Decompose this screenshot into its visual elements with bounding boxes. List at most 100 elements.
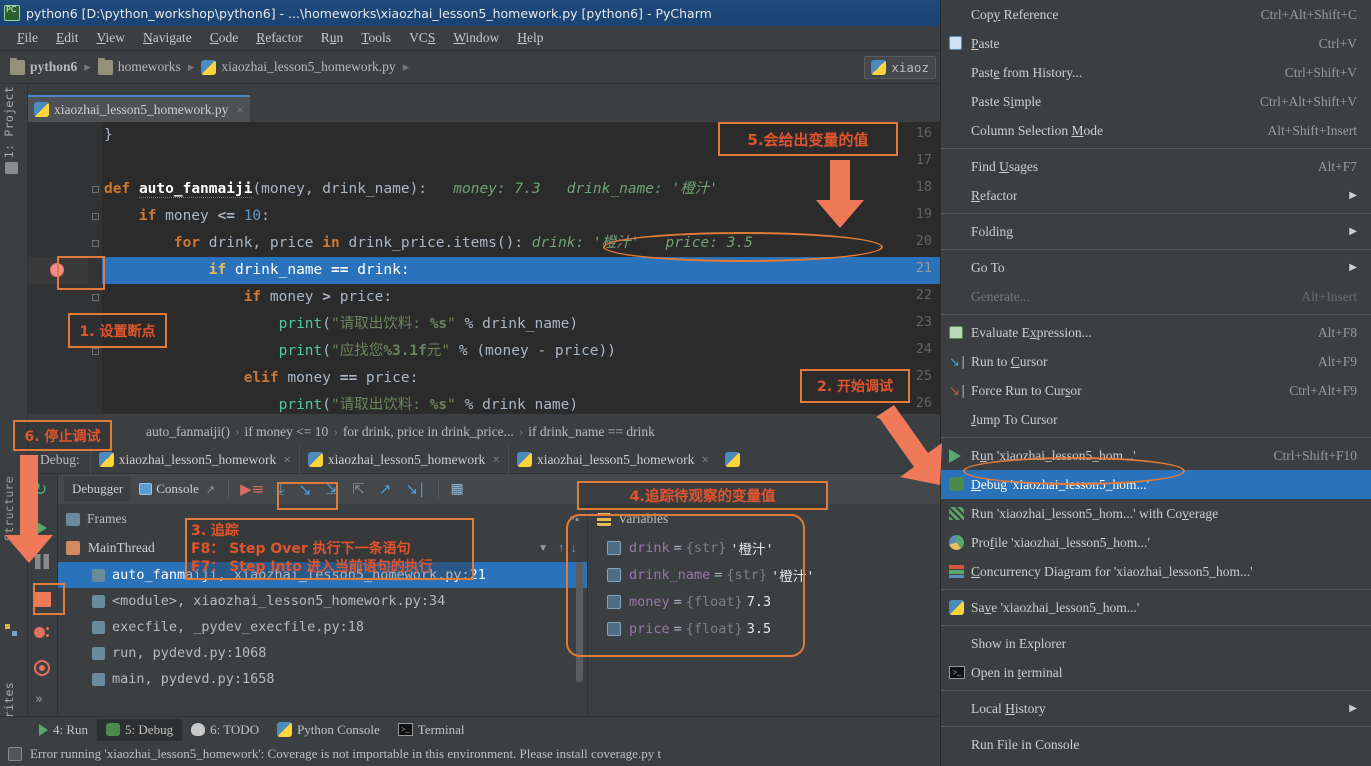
menu-item-save-configuration[interactable]: Save 'xiaozhai_lesson5_hom...' [941, 593, 1371, 622]
tab-debugger[interactable]: Debugger [64, 477, 132, 501]
paste-icon [949, 36, 962, 50]
frame-row[interactable]: execfile, _pydev_execfile.py:18 [58, 614, 587, 640]
menu-item-paste-from-history[interactable]: Paste from History... Ctrl+Shift+V [941, 58, 1371, 87]
frame-icon [92, 568, 105, 582]
menu-item-open-in-terminal[interactable]: >_ Open in terminal [941, 658, 1371, 687]
run-to-cursor-icon[interactable]: ↗ [372, 480, 399, 498]
debug-session-tab-overflow[interactable] [717, 446, 753, 474]
menu-run[interactable]: Run [312, 28, 353, 48]
menu-item-run-with-coverage[interactable]: Run 'xiaozhai_lesson5_hom...' with Cover… [941, 499, 1371, 528]
menu-code[interactable]: Code [201, 28, 248, 48]
line-number: 18 [915, 179, 932, 195]
menu-item-paste[interactable]: Paste Ctrl+V [941, 29, 1371, 58]
detach-icon[interactable]: ↗ [206, 483, 215, 496]
info-icon [8, 747, 22, 761]
menu-item-evaluate-expression[interactable]: Evaluate Expression... Alt+F8 [941, 318, 1371, 347]
inline-hint: money: 7.3 drink_name: '橙汁' [453, 181, 718, 197]
menu-tools[interactable]: Tools [352, 28, 400, 48]
context-menu: Copy Reference Ctrl+Alt+Shift+C Paste Ct… [940, 0, 1371, 766]
debug-session-tab[interactable]: xiaozhai_lesson5_homework × [89, 445, 299, 474]
menu-item-local-history[interactable]: Local History ▶ [941, 694, 1371, 723]
frame-row[interactable]: <module>, xiaozhai_lesson5_homework.py:3… [58, 588, 587, 614]
close-icon[interactable]: × [701, 452, 709, 468]
tool-window-button-debug[interactable]: 5: Debug [97, 718, 183, 741]
navbar-right-tab[interactable]: xiaoz [864, 55, 936, 79]
fold-marker-icon[interactable] [92, 186, 99, 193]
menu-item-folding[interactable]: Folding ▶ [941, 217, 1371, 246]
tool-window-button-python-console[interactable]: Python Console [268, 719, 389, 741]
menu-item-jump-to-cursor[interactable]: Jump To Cursor [941, 405, 1371, 434]
menu-item-find-usages[interactable]: Find Usages Alt+F7 [941, 152, 1371, 181]
fold-marker-icon[interactable] [92, 213, 99, 220]
breadcrumb-item-homeworks[interactable]: homeworks [94, 57, 185, 75]
breadcrumb-item-project[interactable]: python6 [6, 57, 81, 75]
annotation-1-label: 1. 设置断点 [68, 313, 167, 348]
tab-console[interactable]: Console ↗ [131, 477, 223, 501]
menu-item-column-selection-mode[interactable]: Column Selection Mode Alt+Shift+Insert [941, 116, 1371, 145]
chevron-right-icon: › [518, 424, 524, 439]
menu-window[interactable]: Window [444, 28, 508, 48]
menu-vcs[interactable]: VCS [400, 28, 444, 48]
debug-session-tab[interactable]: xiaozhai_lesson5_homework × [298, 445, 508, 474]
debug-breadcrumb-item[interactable]: if drink_name == drink [528, 424, 655, 440]
close-icon[interactable]: × [283, 452, 291, 468]
menu-separator [941, 437, 1371, 438]
debug-breadcrumb-item[interactable]: for drink, price in drink_price... [343, 424, 514, 440]
debug-session-tab[interactable]: xiaozhai_lesson5_homework × [507, 445, 717, 474]
debug-breadcrumb-item[interactable]: auto_fanmaiji() [146, 424, 230, 440]
debug-breadcrumb: auto_fanmaiji() › if money <= 10 › for d… [28, 418, 940, 446]
more-icon[interactable]: » [35, 692, 43, 707]
menu-item-refactor[interactable]: Refactor ▶ [941, 181, 1371, 210]
menu-item-run-file-in-console[interactable] [941, 759, 1371, 766]
menu-item-execute-line-in-console[interactable]: Run File in Console [941, 730, 1371, 759]
menu-item-concurrency-diagram[interactable]: Concurrency Diagram for 'xiaozhai_lesson… [941, 557, 1371, 586]
show-execution-point-icon[interactable]: ▶≡ [234, 480, 270, 498]
menu-item-force-run-to-cursor[interactable]: ↘∣ Force Run to Cursor Ctrl+Alt+F9 [941, 376, 1371, 405]
menu-item-copy-reference[interactable]: Copy Reference Ctrl+Alt+Shift+C [941, 0, 1371, 29]
breadcrumb-item-file[interactable]: xiaozhai_lesson5_homework.py [197, 59, 399, 75]
menu-item-show-in-explorer[interactable]: Show in Explorer [941, 629, 1371, 658]
menu-item-paste-simple[interactable]: Paste Simple Ctrl+Alt+Shift+V [941, 87, 1371, 116]
frames-list[interactable]: auto_fanmaiji, xiaozhai_lesson5_homework… [58, 562, 587, 712]
menu-file[interactable]: File [8, 28, 47, 48]
menu-separator [941, 314, 1371, 315]
debug-breadcrumb-item[interactable]: if money <= 10 [244, 424, 328, 440]
step-out-icon[interactable]: ⇱ [345, 480, 372, 498]
editor-tab-xiaozhai[interactable]: xiaozhai_lesson5_homework.py × [28, 95, 250, 122]
annotation-debug-menu-ellipse [963, 457, 1185, 485]
menu-refactor[interactable]: Refactor [247, 28, 311, 48]
chevron-down-icon[interactable]: ▼ [538, 543, 552, 554]
menu-navigate[interactable]: Navigate [134, 28, 201, 48]
python-file-icon [516, 452, 532, 467]
menu-item-profile[interactable]: Profile 'xiaozhai_lesson5_hom...' [941, 528, 1371, 557]
evaluate-jump-icon[interactable]: ↘∣ [398, 480, 432, 498]
evaluate-expression-icon[interactable]: ▦ [444, 481, 471, 497]
fold-marker-icon[interactable] [92, 348, 99, 355]
frame-icon [92, 646, 105, 660]
menu-edit[interactable]: Edit [47, 28, 88, 48]
profile-icon [949, 535, 964, 550]
sidebar-item-project[interactable]: 1: Project [2, 86, 16, 158]
tool-window-button-todo[interactable]: 6: TODO [182, 719, 268, 741]
menu-separator [941, 625, 1371, 626]
fold-marker-icon[interactable] [92, 240, 99, 247]
view-breakpoints-icon[interactable] [34, 626, 50, 642]
frame-row[interactable]: run, pydevd.py:1068 [58, 640, 587, 666]
tool-window-button-run[interactable]: 4: Run [30, 719, 97, 741]
line-number: 20 [915, 233, 932, 249]
menu-view[interactable]: View [88, 28, 134, 48]
tool-window-button-terminal[interactable]: >_ Terminal [389, 719, 474, 741]
frame-row[interactable]: main, pydevd.py:1658 [58, 666, 587, 692]
fold-marker-icon[interactable] [92, 294, 99, 301]
menu-item-go-to[interactable]: Go To ▶ [941, 253, 1371, 282]
mute-breakpoints-icon[interactable] [34, 660, 50, 676]
menu-help[interactable]: Help [508, 28, 552, 48]
close-icon[interactable]: × [492, 452, 500, 468]
annotation-2-arrow [876, 405, 942, 485]
frames-icon [66, 512, 80, 526]
close-icon[interactable]: × [236, 102, 243, 118]
menu-item-run-to-cursor[interactable]: ↘∣ Run to Cursor Alt+F9 [941, 347, 1371, 376]
chevron-right-icon: › [234, 424, 240, 439]
python-file-icon [34, 102, 49, 117]
code-line-26: print("请取出饮料: %s" % drink name) [278, 397, 579, 413]
